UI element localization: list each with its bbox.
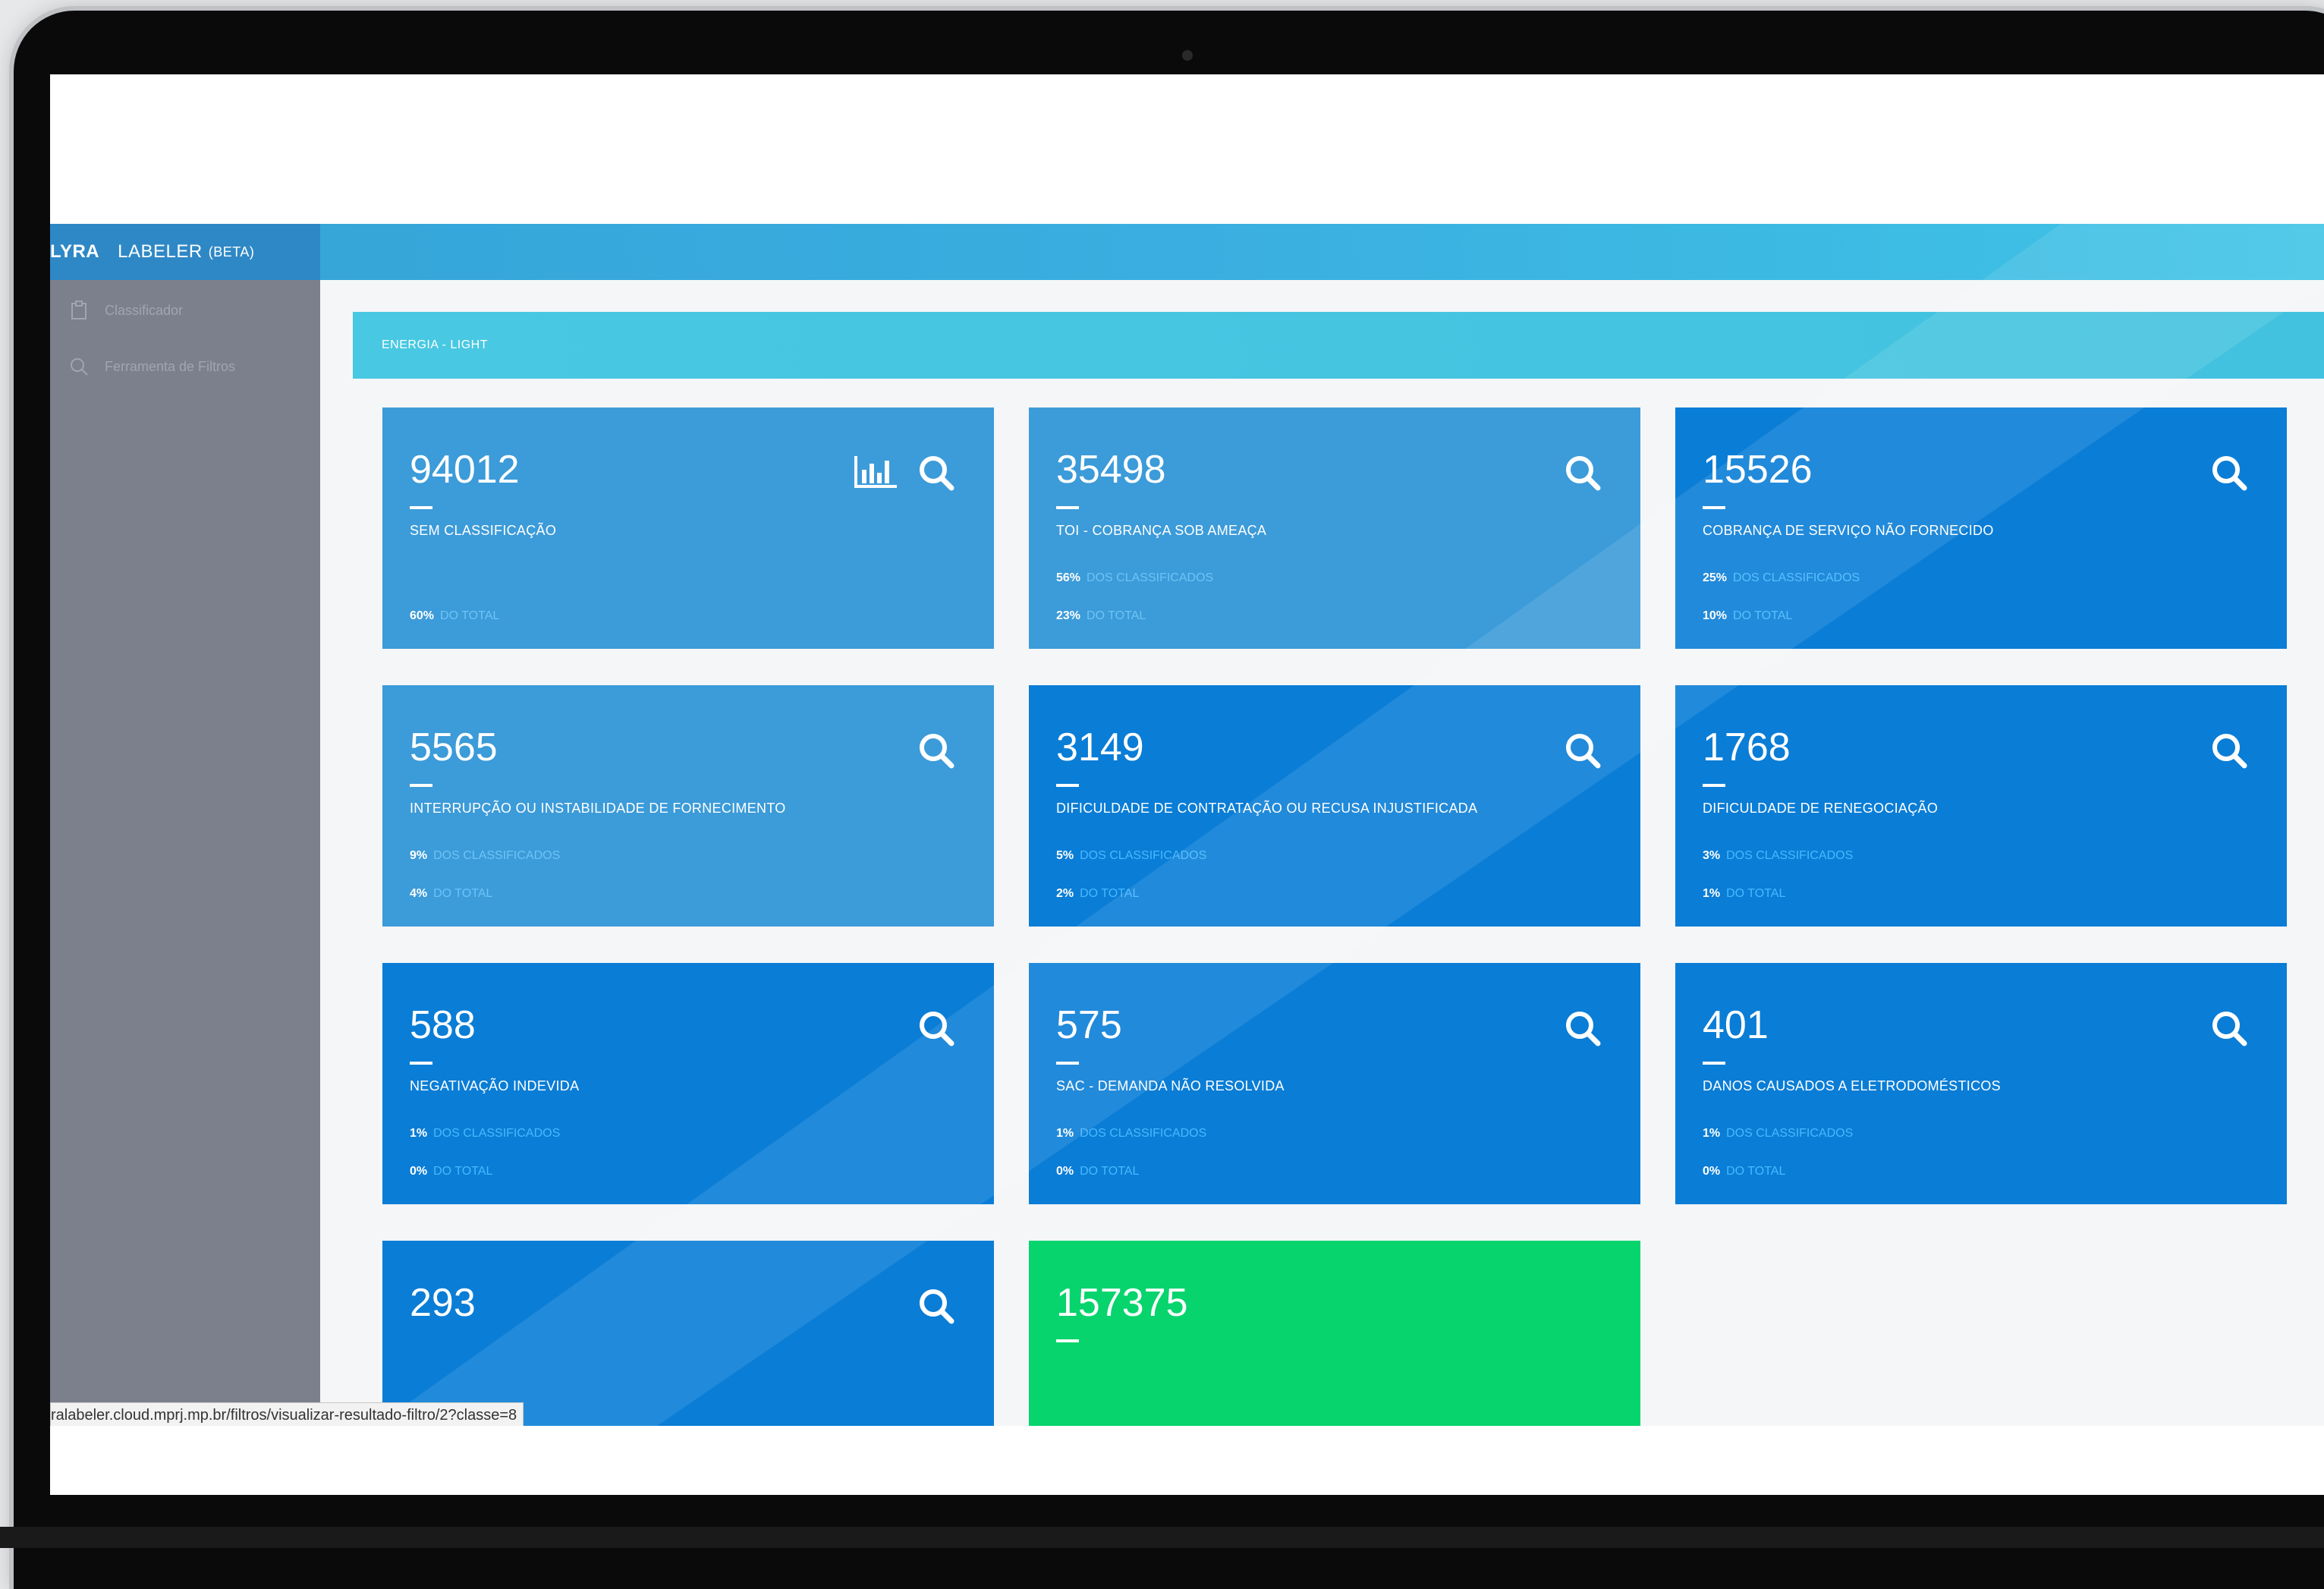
sidebar-item-label: Ferramenta de Filtros [105,358,236,374]
card-total-stat: 23% DO TOTAL [1056,609,1146,622]
card-divider [1703,506,1725,509]
card-divider [410,506,432,509]
card-divider [1703,784,1725,787]
card-value: 401 [1703,1003,1769,1047]
card-label: INTERRUPÇÃO OU INSTABILIDADE DE FORNECIM… [410,801,786,816]
camera-dot [1182,50,1193,61]
card-label: SEM CLASSIFICAÇÃO [410,523,557,538]
section-title: ENERGIA - LIGHT [382,338,488,351]
card-total-stat: 1% DO TOTAL [1703,887,1786,900]
sidebar-item-label: Classificador [105,302,184,318]
clipboard-icon [68,300,90,321]
search-icon[interactable] [915,1285,958,1327]
search-icon[interactable] [1561,1007,1604,1049]
card-divider [1056,1062,1079,1065]
app-window: LYRA LABELER (BETA) Classificador Ferram… [50,224,2324,1426]
laptop-chin [0,1527,2324,1548]
card-divider [410,1062,432,1065]
card-label: DIFICULDADE DE CONTRATAÇÃO OU RECUSA INJ… [1056,801,1478,816]
stat-card[interactable]: 5565 INTERRUPÇÃO OU INSTABILIDADE DE FOR… [382,685,994,927]
stat-card[interactable]: 575 SAC - DEMANDA NÃO RESOLVIDA 1% DOS CL… [1029,963,1640,1204]
card-divider [1056,784,1079,787]
card-class-stat: 5% DOS CLASSIFICADOS [1056,849,1207,862]
search-icon[interactable] [915,729,958,772]
card-total-stat: 0% DO TOTAL [410,1165,493,1178]
stat-card[interactable]: 588 NEGATIVAÇÃO INDEVIDA 1% DOS CLASSIFIC… [382,963,994,1204]
top-bar [50,224,2324,280]
card-value: 94012 [410,448,520,492]
card-total-stat: 60% DO TOTAL [410,609,500,622]
section-header: ENERGIA - LIGHT [353,312,2324,379]
stat-card[interactable]: 1768 DIFICULDADE DE RENEGOCIAÇÃO 3% DOS C… [1675,685,2287,927]
card-total-stat: 0% DO TOTAL [1703,1165,1786,1178]
brand-name: LYRA [50,241,100,262]
search-icon[interactable] [1561,729,1604,772]
laptop-screen: LYRA LABELER (BETA) Classificador Ferram… [50,74,2324,1495]
bar-chart-icon[interactable] [853,453,900,489]
card-value: 15526 [1703,448,1813,492]
brand-logo[interactable]: LYRA LABELER (BETA) [50,224,320,280]
stat-card-total[interactable]: 157375 [1029,1241,1640,1426]
stat-card[interactable]: 94012 SEM CLASSIFICAÇÃO 60% DO TOTAL [382,407,994,649]
card-label: DANOS CAUSADOS A ELETRODOMÉSTICOS [1703,1078,2001,1093]
card-label: TOI - COBRANÇA SOB AMEAÇA [1056,523,1267,538]
search-icon[interactable] [2208,1007,2250,1049]
sidebar-item-classificador[interactable]: Classificador [68,295,183,326]
card-value: 157375 [1056,1281,1188,1325]
card-class-stat: 25% DOS CLASSIFICADOS [1703,571,1860,584]
search-icon[interactable] [2208,452,2250,494]
search-icon[interactable] [2208,729,2250,772]
product-name: LABELER [118,241,203,262]
card-value: 35498 [1056,448,1166,492]
card-divider [410,784,432,787]
stat-card[interactable]: 15526 COBRANÇA DE SERVIÇO NÃO FORNECIDO … [1675,407,2287,649]
card-total-stat: 2% DO TOTAL [1056,887,1140,900]
stat-card[interactable]: 293 [382,1241,994,1426]
card-value: 5565 [410,725,498,769]
card-value: 1768 [1703,725,1791,769]
search-icon[interactable] [1561,452,1604,494]
card-label: DIFICULDADE DE RENEGOCIAÇÃO [1703,801,1939,816]
beta-tag: (BETA) [208,244,255,260]
sidebar: Classificador Ferramenta de Filtros [50,280,320,1426]
card-class-stat: 9% DOS CLASSIFICADOS [410,849,561,862]
status-url: ralabeler.cloud.mprj.mp.br/filtros/visua… [50,1402,524,1426]
card-total-stat: 0% DO TOTAL [1056,1165,1140,1178]
stat-card[interactable]: 3149 DIFICULDADE DE CONTRATAÇÃO OU RECUS… [1029,685,1640,927]
card-total-stat: 10% DO TOTAL [1703,609,1793,622]
stat-card[interactable]: 401 DANOS CAUSADOS A ELETRODOMÉSTICOS 1%… [1675,963,2287,1204]
card-total-stat: 4% DO TOTAL [410,887,493,900]
main-content: ENERGIA - LIGHT 94012 SEM CLASSIFICAÇÃO … [320,280,2324,1426]
card-class-stat: 1% DOS CLASSIFICADOS [410,1127,561,1140]
card-label: NEGATIVAÇÃO INDEVIDA [410,1078,580,1093]
search-icon [68,356,90,377]
card-value: 588 [410,1003,476,1047]
card-class-stat: 1% DOS CLASSIFICADOS [1703,1127,1854,1140]
card-class-stat: 3% DOS CLASSIFICADOS [1703,849,1854,862]
card-label: COBRANÇA DE SERVIÇO NÃO FORNECIDO [1703,523,1994,538]
card-value: 3149 [1056,725,1144,769]
card-class-stat: 56% DOS CLASSIFICADOS [1056,571,1214,584]
card-divider [1056,506,1079,509]
card-label: SAC - DEMANDA NÃO RESOLVIDA [1056,1078,1285,1093]
card-class-stat: 1% DOS CLASSIFICADOS [1056,1127,1207,1140]
card-divider [1703,1062,1725,1065]
stat-card[interactable]: 35498 TOI - COBRANÇA SOB AMEAÇA 56% DOS C… [1029,407,1640,649]
sidebar-item-filtros[interactable]: Ferramenta de Filtros [68,351,235,382]
search-icon[interactable] [915,452,958,494]
card-value: 575 [1056,1003,1122,1047]
search-icon[interactable] [915,1007,958,1049]
card-value: 293 [410,1281,476,1325]
card-divider [1056,1339,1079,1342]
